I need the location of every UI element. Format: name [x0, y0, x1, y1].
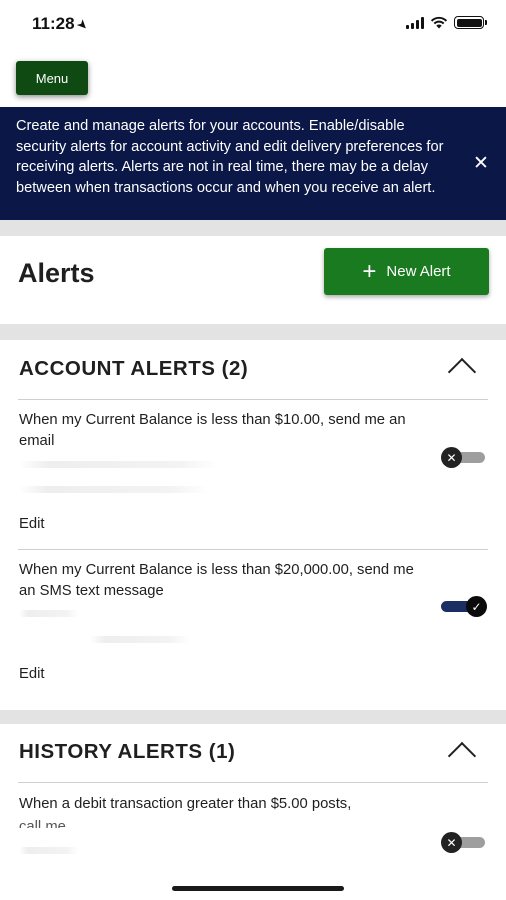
chevron-up-icon[interactable]	[447, 357, 477, 387]
page-title: Alerts	[18, 258, 95, 288]
redacted-text	[19, 461, 219, 468]
plus-icon: +	[362, 257, 377, 285]
alert-description: When a debit transaction greater than $5…	[19, 796, 352, 812]
section-gap	[0, 220, 506, 236]
status-time-text: 11:28	[32, 14, 75, 33]
divider	[18, 399, 488, 400]
edit-link[interactable]: Edit	[19, 516, 45, 532]
section-title: ACCOUNT ALERTS (2)	[19, 357, 249, 380]
alert-description-partial: call me	[19, 819, 66, 828]
info-banner-text: Create and manage alerts for your accoun…	[16, 118, 444, 197]
redacted-text	[19, 486, 209, 493]
section-gap	[0, 324, 506, 340]
alert-description: When my Current Balance is less than $20…	[19, 562, 414, 599]
section-title: HISTORY ALERTS (1)	[19, 740, 236, 763]
wifi-icon	[430, 16, 448, 29]
alert-toggle[interactable]: ✓	[441, 596, 487, 617]
home-indicator[interactable]	[172, 886, 344, 891]
redacted-text	[90, 636, 190, 643]
alert-description: When my Current Balance is less than $10…	[19, 412, 406, 449]
status-time: 11:28➤	[32, 14, 92, 34]
chevron-up-icon[interactable]	[447, 741, 477, 771]
divider	[18, 549, 488, 550]
alerts-header: Alerts + New Alert	[0, 236, 506, 324]
location-arrow-icon: ➤	[73, 15, 92, 34]
battery-icon	[454, 16, 487, 29]
alert-toggle[interactable]: ✕	[441, 447, 487, 468]
redacted-text	[19, 847, 79, 854]
toggle-x-icon: ✕	[441, 832, 462, 853]
cellular-signal-icon	[406, 16, 424, 29]
divider	[18, 782, 488, 783]
account-alerts-section: ACCOUNT ALERTS (2) When my Current Balan…	[0, 340, 506, 710]
history-alerts-section: HISTORY ALERTS (1) When a debit transact…	[0, 724, 506, 900]
redacted-text	[19, 610, 79, 617]
toggle-x-icon: ✕	[441, 447, 462, 468]
status-icons	[406, 16, 487, 29]
edit-link[interactable]: Edit	[19, 666, 45, 682]
close-icon[interactable]: ✕	[470, 152, 492, 174]
section-gap	[0, 710, 506, 724]
toggle-check-icon: ✓	[466, 596, 487, 617]
alert-toggle[interactable]: ✕	[441, 832, 487, 853]
new-alert-button[interactable]: + New Alert	[324, 248, 489, 295]
info-banner: Create and manage alerts for your accoun…	[0, 107, 506, 220]
menu-button[interactable]: Menu	[16, 61, 88, 95]
new-alert-label: New Alert	[386, 263, 451, 280]
status-bar: 11:28➤	[0, 0, 506, 48]
